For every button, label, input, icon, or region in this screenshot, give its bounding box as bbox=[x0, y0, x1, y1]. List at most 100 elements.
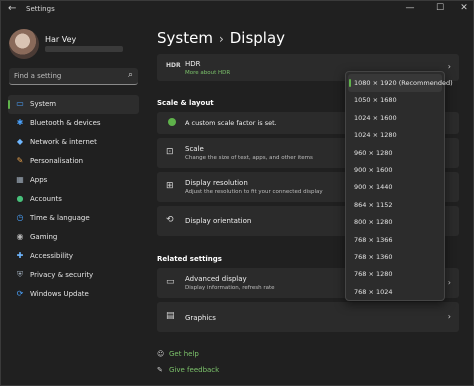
graphics-card[interactable]: ▤ Graphics › bbox=[157, 302, 459, 332]
resolution-option[interactable]: 1024 × 1600 bbox=[348, 109, 442, 127]
scale-layout-heading: Scale & layout bbox=[157, 99, 214, 107]
rotate-icon: ⟲ bbox=[166, 215, 174, 225]
sidebar-item-bluetooth-devices[interactable]: ✱ Bluetooth & devices bbox=[8, 114, 139, 133]
resolution-option-label: 768 × 1366 bbox=[354, 235, 393, 244]
help-icon: ☺ bbox=[157, 350, 165, 358]
resolution-option-label: 1024 × 1280 bbox=[354, 131, 397, 140]
sidebar-item-label: Privacy & security bbox=[30, 271, 94, 279]
resolution-option-label: 768 × 1024 bbox=[354, 287, 393, 296]
resolution-description: Adjust the resolution to fit your connec… bbox=[185, 189, 323, 195]
resolution-option-label: 1024 × 1600 bbox=[354, 113, 397, 122]
resolution-icon: ⊞ bbox=[166, 181, 174, 191]
gaming-icon: ◉ bbox=[16, 232, 24, 241]
network-internet-icon: ◆ bbox=[16, 137, 24, 146]
resolution-option-label: 1080 × 1920 (Recommended) bbox=[354, 79, 453, 87]
resolution-option-label: 960 × 1280 bbox=[354, 148, 393, 157]
resolution-option[interactable]: 800 × 1280 bbox=[348, 213, 442, 231]
advanced-display-description: Display information, refresh rate bbox=[185, 285, 275, 291]
resolution-option[interactable]: 768 × 1366 bbox=[348, 231, 442, 249]
sidebar-item-apps[interactable]: ▦ Apps bbox=[8, 171, 139, 190]
scale-title: Scale bbox=[185, 145, 204, 153]
search-icon: ⌕ bbox=[127, 70, 133, 80]
breadcrumb-parent[interactable]: System bbox=[157, 29, 213, 47]
resolution-option[interactable]: 1050 × 1680 bbox=[348, 91, 442, 109]
chevron-right-icon: › bbox=[447, 312, 451, 321]
sidebar-item-personalisation[interactable]: ✎ Personalisation bbox=[8, 152, 139, 171]
resolution-option-label: 900 × 1600 bbox=[354, 166, 393, 174]
advanced-display-title: Advanced display bbox=[185, 275, 247, 283]
resolution-option[interactable]: 960 × 1280 bbox=[348, 144, 442, 162]
accounts-icon: ● bbox=[16, 194, 24, 203]
sidebar-item-label: Windows Update bbox=[30, 290, 89, 298]
sidebar-item-system[interactable]: ▭ System bbox=[8, 95, 139, 114]
sidebar-item-gaming[interactable]: ◉ Gaming bbox=[8, 228, 139, 247]
page-title: Display bbox=[229, 29, 286, 47]
resolution-option-label: 900 × 1440 bbox=[354, 183, 393, 192]
avatar bbox=[9, 29, 39, 59]
get-help-label: Get help bbox=[169, 350, 199, 358]
personalisation-icon: ✎ bbox=[16, 156, 24, 165]
resolution-option[interactable]: 768 × 1024 bbox=[348, 283, 442, 301]
search-placeholder: Find a setting bbox=[14, 72, 62, 80]
sidebar-item-time-language[interactable]: ◷ Time & language bbox=[8, 209, 139, 228]
windows-update-icon: ⟳ bbox=[16, 289, 24, 298]
give-feedback-link[interactable]: ✎ Give feedback bbox=[157, 366, 219, 374]
breadcrumb: System › Display bbox=[157, 29, 285, 47]
apps-icon: ▦ bbox=[16, 175, 24, 184]
settings-window: ← Settings — ☐ ✕ Har Vey Find a setting … bbox=[0, 0, 474, 386]
sidebar-item-label: Personalisation bbox=[30, 157, 84, 165]
sidebar-item-label: Apps bbox=[30, 176, 48, 184]
sidebar-item-accounts[interactable]: ● Accounts bbox=[8, 190, 139, 209]
resolution-option-label: 768 × 1280 bbox=[354, 270, 393, 279]
resolution-option[interactable]: 864 × 1152 bbox=[348, 196, 442, 214]
resolution-option[interactable]: 768 × 1280 bbox=[348, 265, 442, 283]
resolution-option[interactable]: 900 × 1440 bbox=[348, 178, 442, 196]
custom-scale-text: A custom scale factor is set. bbox=[185, 119, 277, 127]
scale-icon: ⊡ bbox=[166, 147, 174, 157]
hdr-title: HDR bbox=[185, 60, 201, 68]
user-name: Har Vey bbox=[45, 35, 77, 44]
system-icon: ▭ bbox=[16, 99, 24, 108]
sidebar-item-network-internet[interactable]: ◆ Network & internet bbox=[8, 133, 139, 152]
orientation-title: Display orientation bbox=[185, 217, 252, 225]
privacy-security-icon: ⛨ bbox=[17, 270, 23, 279]
window-title: Settings bbox=[26, 5, 55, 13]
resolution-option-label: 800 × 1280 bbox=[354, 218, 393, 227]
give-feedback-label: Give feedback bbox=[169, 366, 220, 374]
sidebar-nav: ▭ System ✱ Bluetooth & devices ◆ Network & in… bbox=[8, 95, 139, 304]
chevron-right-icon: › bbox=[447, 62, 451, 71]
info-check-icon bbox=[168, 118, 176, 126]
graphics-title: Graphics bbox=[185, 314, 216, 322]
accessibility-icon: ✚ bbox=[16, 251, 24, 260]
related-settings-heading: Related settings bbox=[157, 255, 222, 263]
user-email-redacted bbox=[45, 46, 123, 52]
back-arrow-icon[interactable]: ← bbox=[8, 3, 16, 14]
resolution-dropdown[interactable]: 1080 × 1920 (Recommended) 1050 × 1680 1024… bbox=[345, 71, 453, 301]
resolution-option-label: 1050 × 1680 bbox=[354, 96, 397, 105]
sidebar-item-label: Gaming bbox=[30, 233, 58, 241]
scale-description: Change the size of text, apps, and other… bbox=[185, 155, 313, 161]
resolution-option[interactable]: 1080 × 1920 (Recommended) bbox=[348, 74, 453, 92]
bluetooth-devices-icon: ✱ bbox=[16, 118, 24, 127]
get-help-link[interactable]: ☺ Get help bbox=[157, 350, 199, 358]
time-language-icon: ◷ bbox=[16, 213, 24, 222]
resolution-option[interactable]: 768 × 1360 bbox=[348, 248, 442, 266]
sidebar-item-label: Accessibility bbox=[30, 252, 74, 260]
resolution-option-label: 768 × 1360 bbox=[354, 253, 393, 261]
sidebar-item-windows-update[interactable]: ⟳ Windows Update bbox=[8, 285, 139, 304]
graphics-icon: ▤ bbox=[166, 311, 175, 321]
resolution-option[interactable]: 900 × 1600 bbox=[348, 161, 442, 179]
resolution-title: Display resolution bbox=[185, 179, 248, 187]
feedback-icon: ✎ bbox=[157, 366, 163, 374]
hdr-icon: HDR bbox=[166, 62, 181, 69]
sidebar-item-accessibility[interactable]: ✚ Accessibility bbox=[8, 247, 139, 266]
sidebar-item-privacy-security[interactable]: ⛨ Privacy & security bbox=[8, 266, 139, 285]
resolution-option-label: 864 × 1152 bbox=[354, 200, 393, 209]
more-about-hdr-link[interactable]: More about HDR bbox=[185, 70, 230, 76]
search-input[interactable]: Find a setting ⌕ bbox=[9, 68, 138, 85]
monitor-icon: ▭ bbox=[166, 277, 175, 287]
sidebar-item-label: Time & language bbox=[30, 214, 90, 222]
sidebar-item-label: Bluetooth & devices bbox=[30, 119, 101, 127]
resolution-option[interactable]: 1024 × 1280 bbox=[348, 126, 442, 144]
sidebar-item-label: Accounts bbox=[30, 195, 62, 203]
